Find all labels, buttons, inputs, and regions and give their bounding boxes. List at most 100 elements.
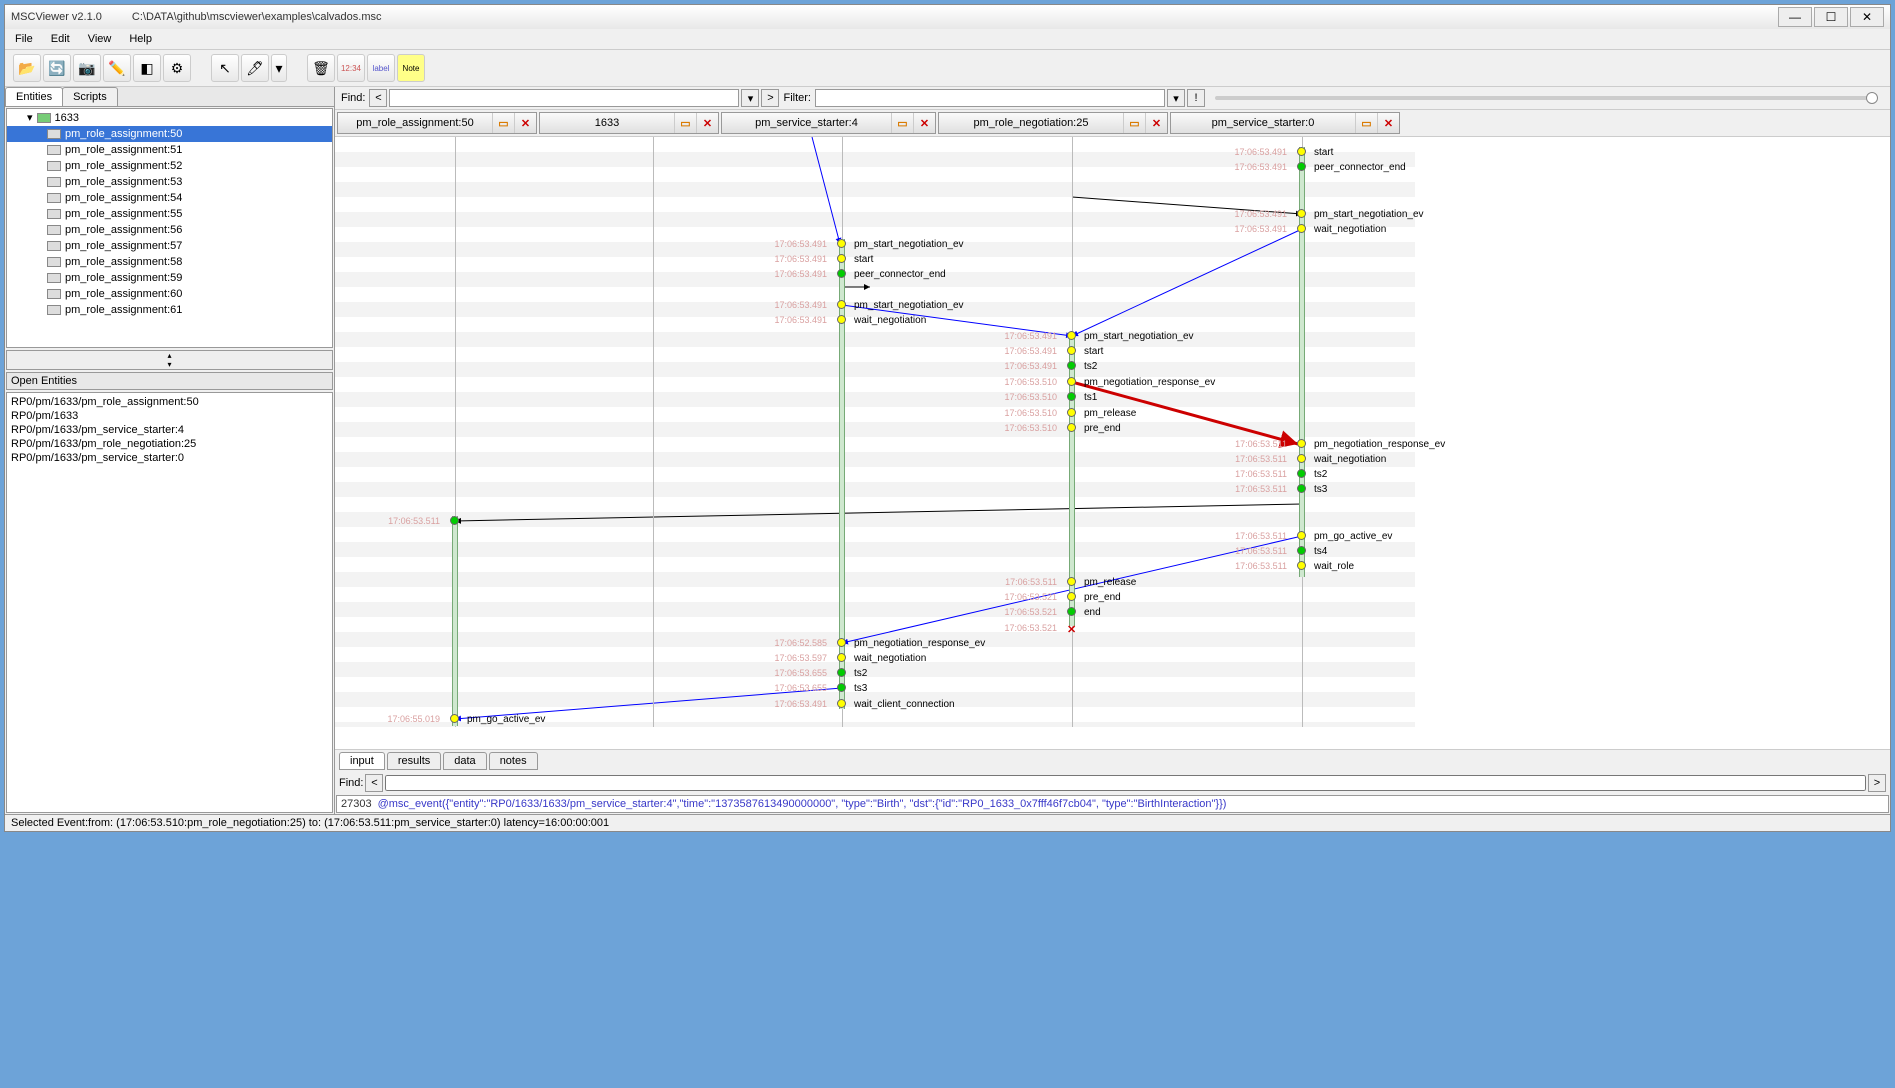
event-dot[interactable] [1297,147,1306,156]
refresh-button[interactable]: 🔄 [43,54,71,82]
label-toggle[interactable]: label [367,54,395,82]
event-dot[interactable] [1297,561,1306,570]
event-dot[interactable] [1067,331,1076,340]
open-entity-item[interactable]: RP0/pm/1633/pm_service_starter:4 [11,423,328,437]
event-dot[interactable] [1297,454,1306,463]
filter-apply[interactable]: ! [1187,89,1205,107]
bottom-find-input[interactable] [385,775,1866,791]
pointer-tool[interactable]: ↖ [211,54,239,82]
event-dot[interactable] [837,300,846,309]
log-line[interactable]: 27303 @msc_event({"entity":"RP0/1633/163… [336,795,1889,813]
entity-tree[interactable]: ▾ 1633 pm_role_assignment:50pm_role_assi… [6,108,333,348]
entity-minimize[interactable]: ▭ [674,113,696,133]
tree-item[interactable]: pm_role_assignment:55 [7,206,332,222]
event-dot[interactable] [1067,607,1076,616]
find-dropdown[interactable]: ▾ [741,89,759,107]
entity-minimize[interactable]: ▭ [891,113,913,133]
find-input[interactable] [389,89,739,107]
entity-close[interactable]: ✕ [913,113,935,133]
menu-view[interactable]: View [84,31,116,47]
event-dot[interactable] [1067,377,1076,386]
entity-close[interactable]: ✕ [1145,113,1167,133]
entity-close[interactable]: ✕ [514,113,536,133]
event-dot[interactable] [1297,469,1306,478]
tree-item[interactable]: pm_role_assignment:57 [7,238,332,254]
event-dot[interactable] [837,315,846,324]
open-entity-item[interactable]: RP0/pm/1633/pm_service_starter:0 [11,451,328,465]
tree-item[interactable]: pm_role_assignment:52 [7,158,332,174]
tab-data[interactable]: data [443,752,486,770]
tool-dropdown[interactable]: ▾ [271,54,287,82]
event-dot[interactable] [837,269,846,278]
time-toggle[interactable]: 12:34 [337,54,365,82]
filter-input[interactable] [815,89,1165,107]
event-dot[interactable] [1297,484,1306,493]
entity-close[interactable]: ✕ [1377,113,1399,133]
tree-item[interactable]: pm_role_assignment:56 [7,222,332,238]
event-dot[interactable] [837,668,846,677]
note-toggle[interactable]: Note [397,54,425,82]
tab-notes[interactable]: notes [489,752,538,770]
marker-button[interactable]: ✏️ [103,54,131,82]
tree-item[interactable]: pm_role_assignment:61 [7,302,332,318]
settings-button[interactable]: ⚙ [163,54,191,82]
event-dot[interactable] [837,638,846,647]
tree-item[interactable]: pm_role_assignment:60 [7,286,332,302]
open-button[interactable]: 📂 [13,54,41,82]
trash-button[interactable]: 🗑 [307,54,335,82]
entity-minimize[interactable]: ▭ [492,113,514,133]
filter-dropdown[interactable]: ▾ [1167,89,1185,107]
menu-help[interactable]: Help [125,31,156,47]
event-dot[interactable] [837,699,846,708]
tree-root[interactable]: ▾ 1633 [7,109,332,126]
event-dot[interactable] [1297,439,1306,448]
close-button[interactable]: ✕ [1850,7,1884,27]
zoom-slider[interactable] [1215,96,1878,100]
event-dot[interactable] [1067,423,1076,432]
event-dot[interactable] [1067,392,1076,401]
find-next[interactable]: > [761,89,779,107]
entity-minimize[interactable]: ▭ [1355,113,1377,133]
bottom-find-next[interactable]: > [1868,774,1886,792]
collapse-icon[interactable]: ▾ [27,111,33,124]
clear-button[interactable]: ◧ [133,54,161,82]
entity-close[interactable]: ✕ [696,113,718,133]
event-dot[interactable] [1297,209,1306,218]
event-dot[interactable] [837,254,846,263]
tab-results[interactable]: results [387,752,441,770]
highlight-tool[interactable]: 🖊 [241,54,269,82]
open-entity-item[interactable]: RP0/pm/1633 [11,409,328,423]
event-dot[interactable] [450,714,459,723]
tree-item[interactable]: pm_role_assignment:58 [7,254,332,270]
event-dot[interactable] [837,653,846,662]
tab-scripts[interactable]: Scripts [62,87,118,106]
event-dot[interactable] [1067,361,1076,370]
minimize-button[interactable]: — [1778,7,1812,27]
event-dot[interactable] [1297,546,1306,555]
event-dot[interactable] [1297,531,1306,540]
tab-input[interactable]: input [339,752,385,770]
splitter[interactable]: ▴▾ [6,350,333,370]
open-entity-item[interactable]: RP0/pm/1633/pm_role_negotiation:25 [11,437,328,451]
event-dot[interactable] [1297,224,1306,233]
find-prev[interactable]: < [369,89,387,107]
event-dot[interactable] [837,683,846,692]
menu-file[interactable]: File [11,31,37,47]
event-dot[interactable] [1067,577,1076,586]
entity-minimize[interactable]: ▭ [1123,113,1145,133]
tree-item[interactable]: pm_role_assignment:50 [7,126,332,142]
tab-entities[interactable]: Entities [5,87,63,106]
event-dot[interactable] [1067,592,1076,601]
open-entity-item[interactable]: RP0/pm/1633/pm_role_assignment:50 [11,395,328,409]
tree-item[interactable]: pm_role_assignment:54 [7,190,332,206]
bottom-find-prev[interactable]: < [365,774,383,792]
tree-item[interactable]: pm_role_assignment:51 [7,142,332,158]
camera-button[interactable]: 📷 [73,54,101,82]
event-dot[interactable] [837,239,846,248]
event-dot[interactable] [450,516,459,525]
menu-edit[interactable]: Edit [47,31,74,47]
msc-canvas[interactable]: start17:06:53.491peer_connector_end17:06… [335,137,1890,749]
event-dot[interactable] [1067,346,1076,355]
tree-item[interactable]: pm_role_assignment:59 [7,270,332,286]
maximize-button[interactable]: ☐ [1814,7,1848,27]
